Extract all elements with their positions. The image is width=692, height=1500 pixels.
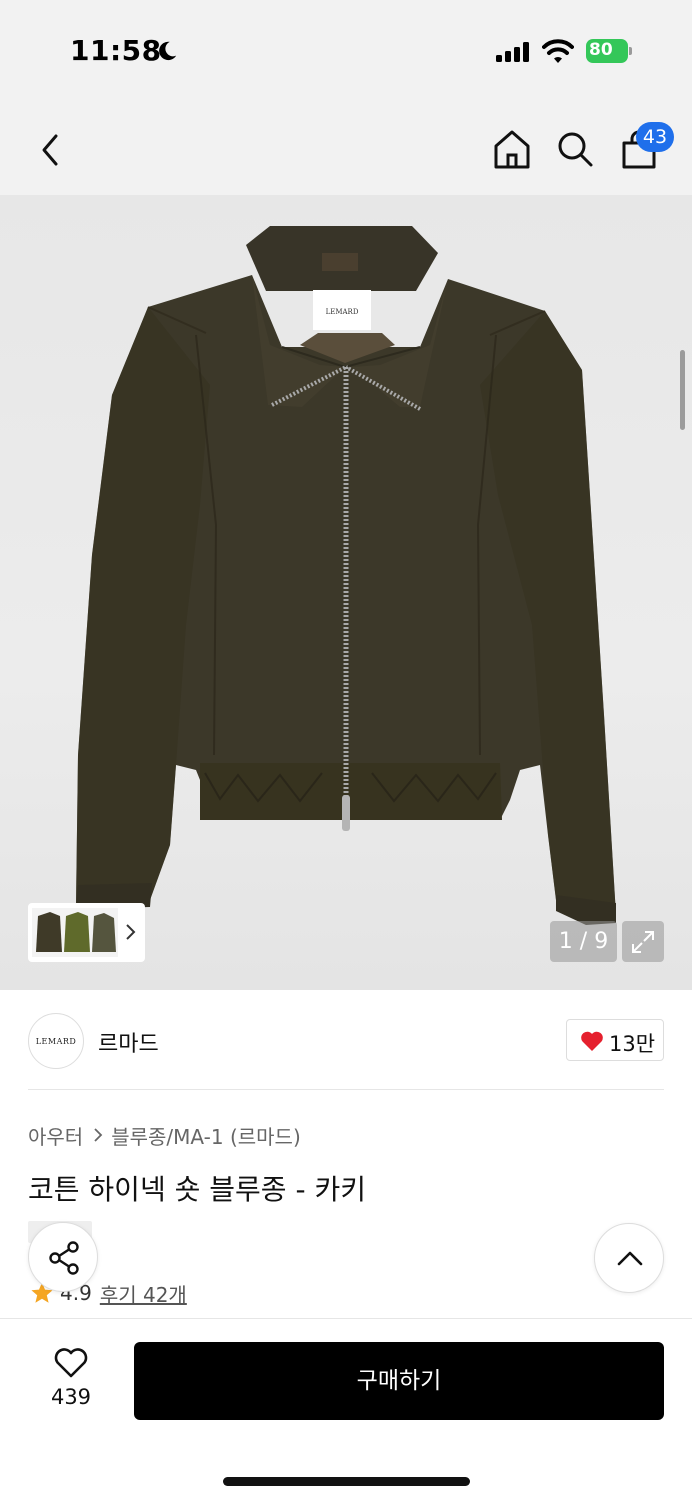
wifi-icon: [542, 39, 574, 63]
share-button[interactable]: [28, 1222, 98, 1292]
wishlist-button[interactable]: 439: [40, 1345, 102, 1415]
product-image: LEMARD: [76, 226, 616, 925]
bottom-purchase-bar: 439 구매하기: [0, 1318, 692, 1500]
breadcrumb: 아우터 블루종/MA-1 (르마드): [28, 1121, 301, 1149]
chevron-right-icon: [94, 1128, 103, 1142]
wishlist-count: 439: [50, 1385, 92, 1409]
product-image-gallery[interactable]: LEMARD 1 / 9: [0, 195, 692, 990]
chevron-right-icon: [126, 924, 136, 940]
color-variant-thumbnails[interactable]: [28, 903, 145, 962]
home-icon[interactable]: [492, 128, 532, 170]
back-icon[interactable]: [36, 130, 64, 170]
status-time: 11:58: [70, 34, 162, 67]
review-count-link[interactable]: 후기 42개: [100, 1279, 187, 1308]
expand-icon: [632, 931, 654, 953]
buy-button[interactable]: 구매하기: [134, 1342, 664, 1420]
brand-like-count: 13만: [609, 1032, 656, 1056]
scroll-indicator: [680, 350, 685, 430]
search-icon[interactable]: [556, 130, 594, 168]
brand-like-button[interactable]: 13만: [566, 1019, 664, 1061]
share-icon: [49, 1241, 79, 1275]
moon-icon: [159, 41, 177, 61]
top-nav: 43: [0, 100, 692, 195]
cart-count-badge: 43: [636, 122, 674, 152]
variant-thumbnail-image: [32, 908, 118, 957]
breadcrumb-category[interactable]: 아우터: [28, 1121, 83, 1150]
divider: [28, 1089, 664, 1090]
heart-icon: [581, 1031, 603, 1051]
battery-level: 80: [589, 40, 613, 60]
heart-outline-icon: [54, 1348, 88, 1378]
breadcrumb-subcategory[interactable]: 블루종/MA-1 (르마드): [111, 1121, 301, 1150]
brand-name[interactable]: 르마드: [98, 1026, 159, 1058]
image-page-counter: 1 / 9: [550, 921, 617, 962]
chevron-up-icon: [617, 1251, 643, 1266]
product-title: 코튼 하이넥 숏 블루종 - 카키: [28, 1173, 366, 1206]
battery-icon: 80: [586, 39, 632, 63]
home-indicator: [223, 1477, 470, 1486]
brand-row: LEMARD 르마드 13만: [28, 1010, 664, 1070]
status-bar: 11:58 80: [0, 0, 692, 100]
expand-image-button[interactable]: [622, 921, 664, 962]
signal-icon: [496, 42, 529, 62]
brand-logo[interactable]: LEMARD: [28, 1013, 84, 1069]
jacket-label: LEMARD: [326, 308, 359, 316]
scroll-to-top-button[interactable]: [594, 1223, 664, 1293]
